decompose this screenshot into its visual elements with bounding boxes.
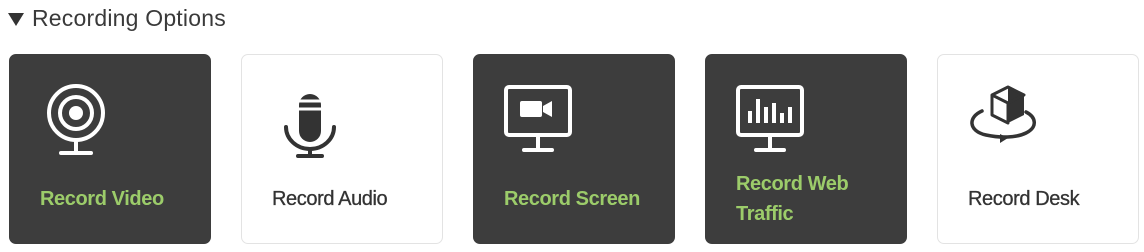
screen-recording-icon bbox=[504, 85, 572, 152]
record-audio-option[interactable]: Record Audio bbox=[241, 54, 443, 244]
option-label: Record Desk bbox=[968, 188, 1080, 210]
record-web-traffic-option[interactable]: Record Web Traffic bbox=[705, 54, 907, 244]
option-label: Record Web Traffic bbox=[736, 173, 849, 225]
option-label: Record Screen bbox=[504, 188, 640, 210]
recording-options-list: Record Video Record Audio Record Screen bbox=[9, 54, 1139, 244]
caret-down-icon[interactable] bbox=[8, 12, 24, 26]
web-traffic-icon bbox=[736, 85, 804, 152]
desk-3d-icon bbox=[970, 85, 1036, 143]
record-screen-option[interactable]: Record Screen bbox=[473, 54, 675, 244]
record-video-option[interactable]: Record Video bbox=[9, 54, 211, 244]
webcam-icon bbox=[47, 84, 105, 155]
option-label: Record Audio bbox=[272, 188, 388, 210]
record-desk-option[interactable]: Record Desk bbox=[937, 54, 1139, 244]
recording-options-header[interactable]: Recording Options bbox=[8, 3, 226, 33]
microphone-icon bbox=[284, 94, 336, 158]
section-title: Recording Options bbox=[32, 4, 226, 31]
option-label: Record Video bbox=[40, 188, 164, 210]
